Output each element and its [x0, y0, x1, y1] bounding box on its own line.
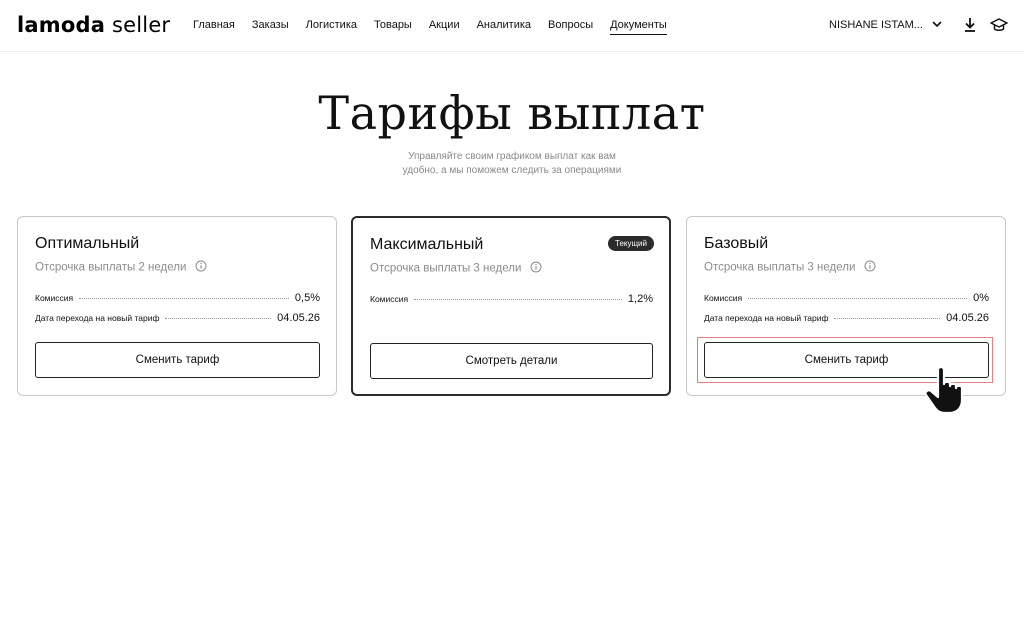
delay-text: Отсрочка выплаты 3 недели — [704, 261, 856, 274]
current-badge: Текущий — [608, 236, 654, 251]
commission-label: Комиссия — [370, 294, 409, 304]
subtitle-line-1: Управляйте своим графиком выплат как вам — [408, 151, 616, 162]
commission-value: 1,2% — [627, 293, 653, 305]
dotted-leader — [79, 298, 289, 299]
card-title: Оптимальный — [35, 235, 140, 252]
nav-item-orders[interactable]: Заказы — [252, 19, 289, 35]
commission-value: 0% — [973, 292, 989, 304]
view-details-button[interactable]: Смотреть детали — [370, 343, 653, 379]
subtitle-line-2: удобно, а мы поможем следить за операция… — [402, 165, 622, 176]
nav-item-logistics[interactable]: Логистика — [306, 19, 357, 35]
commission-row: Комиссия 0% — [704, 292, 989, 304]
account-name: NISHANE ISTAM... — [829, 19, 923, 31]
info-icon[interactable] — [195, 260, 207, 275]
lamoda-seller-logo[interactable]: lamoda seller — [17, 13, 170, 37]
card-delay: Отсрочка выплаты 2 недели — [35, 260, 207, 275]
info-icon[interactable] — [864, 260, 876, 275]
tariff-card-maximal: Максимальный Текущий Отсрочка выплаты 3 … — [351, 216, 671, 396]
commission-label: Комиссия — [704, 293, 743, 303]
dotted-leader — [165, 318, 272, 319]
nav-item-products[interactable]: Товары — [374, 19, 412, 35]
date-value: 04.05.26 — [946, 312, 989, 324]
nav-item-promotions[interactable]: Акции — [429, 19, 460, 35]
date-value: 04.05.26 — [277, 312, 320, 324]
account-dropdown[interactable]: NISHANE ISTAM... — [829, 19, 942, 31]
nav-item-questions[interactable]: Вопросы — [548, 19, 593, 35]
hand-pointer-icon — [920, 362, 972, 416]
graduation-cap-icon[interactable] — [990, 16, 1008, 34]
page-subtitle: Управляйте своим графиком выплат как вам… — [362, 150, 662, 178]
info-icon[interactable] — [530, 261, 542, 276]
delay-text: Отсрочка выплаты 3 недели — [370, 262, 522, 275]
tariff-card-optimal: Оптимальный Отсрочка выплаты 2 недели Ко… — [17, 216, 337, 396]
date-row: Дата перехода на новый тариф 04.05.26 — [704, 312, 989, 324]
commission-label: Комиссия — [35, 293, 74, 303]
chevron-down-icon — [932, 19, 942, 31]
nav-item-main[interactable]: Главная — [193, 19, 235, 35]
logo-sub: seller — [111, 13, 171, 37]
dotted-leader — [748, 298, 968, 299]
date-label: Дата перехода на новый тариф — [704, 313, 829, 323]
main-nav: Главная Заказы Логистика Товары Акции Ан… — [193, 19, 684, 35]
dotted-leader — [414, 299, 622, 300]
page-title: Тарифы выплат — [318, 86, 706, 140]
card-delay: Отсрочка выплаты 3 недели — [704, 260, 876, 275]
commission-value: 0,5% — [294, 292, 320, 304]
card-title: Максимальный — [370, 236, 484, 253]
commission-row: Комиссия 0,5% — [35, 292, 320, 304]
download-icon[interactable] — [962, 16, 978, 34]
date-row: Дата перехода на новый тариф 04.05.26 — [35, 312, 320, 324]
commission-row: Комиссия 1,2% — [370, 293, 653, 305]
date-label: Дата перехода на новый тариф — [35, 313, 160, 323]
logo-brand: lamoda — [17, 13, 106, 37]
card-delay: Отсрочка выплаты 3 недели — [370, 261, 542, 276]
top-header: lamoda seller Главная Заказы Логистика Т… — [0, 0, 1024, 52]
nav-item-analytics[interactable]: Аналитика — [477, 19, 531, 35]
dotted-leader — [834, 318, 941, 319]
card-title: Базовый — [704, 235, 769, 252]
delay-text: Отсрочка выплаты 2 недели — [35, 261, 187, 274]
change-tariff-button[interactable]: Сменить тариф — [35, 342, 320, 378]
nav-item-documents[interactable]: Документы — [610, 19, 667, 35]
